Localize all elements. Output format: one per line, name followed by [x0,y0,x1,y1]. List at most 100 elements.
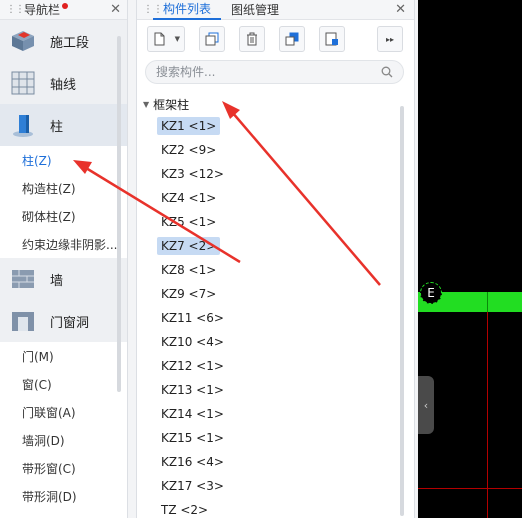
navigation-panel: ⋮⋮ 导航栏 ✕ 施工段 轴线 柱 柱(Z) 构造柱(Z) 砌体柱(Z) 约束边… [0,0,128,518]
navigation-tree: 施工段 轴线 柱 柱(Z) 构造柱(Z) 砌体柱(Z) 约束边缘非阴影... 墙… [0,20,127,510]
component-list-item[interactable]: KZ8 <1> [157,258,414,282]
gridline-vertical [487,292,488,518]
component-item-label: KZ3 <12> [161,167,224,181]
component-list-item[interactable]: KZ5 <1> [157,210,414,234]
component-group-frame-column[interactable]: ▼ 框架柱 [137,94,414,114]
component-list-item[interactable]: KZ11 <6> [157,306,414,330]
nav-category-door-window[interactable]: 门窗洞 [0,300,127,342]
drag-grip-icon[interactable]: ⋮⋮ [143,4,163,15]
nav-subitem-window[interactable]: 窗(C) [0,370,127,398]
search-input[interactable] [156,65,381,79]
component-list-item[interactable]: KZ2 <9> [157,138,414,162]
component-item-label: KZ11 <6> [161,311,224,325]
wall-icon [10,266,36,292]
gridline-horizontal [418,488,522,489]
double-chevron-right-icon: ▸▸ [385,34,395,44]
component-toolbar: ▼ ▸▸ [137,20,414,58]
delete-component-button[interactable] [239,26,265,52]
copy-component-button[interactable] [199,26,225,52]
drag-grip-icon[interactable]: ⋮⋮ [6,4,25,15]
component-list-item[interactable]: KZ1 <1> [157,114,414,138]
component-item-label: KZ4 <1> [161,191,217,205]
navigation-panel-title: 导航栏 [24,3,61,17]
chevron-down-icon[interactable]: ▼ [175,35,180,43]
nav-subitem-door-window-combo[interactable]: 门联窗(A) [0,398,127,426]
component-item-label: KZ15 <1> [161,431,224,445]
axis-label-bubble[interactable]: E [420,282,442,304]
column-icon [10,112,36,138]
tab-component-list[interactable]: 构件列表 [153,0,222,20]
nav-subitem-door[interactable]: 门(M) [0,342,127,370]
nav-subitem-strip-window[interactable]: 带形窗(C) [0,454,127,482]
layers-copy-icon [285,32,299,46]
component-list-item[interactable]: KZ3 <12> [157,162,414,186]
component-list-item[interactable]: KZ17 <3> [157,474,414,498]
component-item-label: KZ9 <7> [161,287,217,301]
component-item-label: TZ <2> [161,503,209,517]
component-item-label: KZ8 <1> [161,263,217,277]
component-list-item[interactable]: KZ15 <1> [157,426,414,450]
nav-category-axis[interactable]: 轴线 [0,62,127,104]
component-search-box [145,60,404,84]
close-icon[interactable]: ✕ [395,2,406,17]
search-icon[interactable] [381,66,393,78]
copy-icon [205,32,219,46]
nav-category-label: 轴线 [50,77,77,93]
nav-subitem-wall-opening[interactable]: 墙洞(D) [0,426,127,454]
tab-drawing-management[interactable]: 图纸管理 [221,0,289,20]
collapse-panel-handle[interactable]: ‹ [418,376,434,434]
nav-category-label: 柱 [50,119,64,135]
component-item-label: KZ13 <1> [161,383,224,397]
component-list-item[interactable]: KZ10 <4> [157,330,414,354]
nav-category-label: 墙 [50,273,64,289]
component-list-scrollbar[interactable] [400,106,404,516]
close-icon[interactable]: ✕ [110,2,121,17]
properties-icon [325,32,338,46]
component-item-label: KZ1 <1> [157,117,221,135]
navigation-scrollbar[interactable] [117,36,121,392]
new-document-icon [154,32,165,46]
component-item-label: KZ16 <4> [161,455,224,469]
app-root: ⋮⋮ 导航栏 ✕ 施工段 轴线 柱 柱(Z) 构造柱(Z) 砌体柱(Z) 约束边… [0,0,522,518]
component-item-label: KZ10 <4> [161,335,224,349]
door-window-icon [10,308,36,334]
drawing-canvas[interactable]: E ‹ [418,0,522,518]
component-item-label: KZ12 <1> [161,359,224,373]
gridline-vertical-on-beam [487,292,488,312]
component-item-label: KZ7 <2> [157,237,221,255]
nav-subitem-strip-opening[interactable]: 带形洞(D) [0,482,127,510]
component-panel: ⋮⋮ 构件列表 图纸管理 ✕ ▼ ▸▸ 搜索构件... ▼ 框架柱 KZ1 <1… [136,0,415,518]
nav-subitem-masonry-column[interactable]: 砌体柱(Z) [0,202,127,230]
component-list-item[interactable]: KZ9 <7> [157,282,414,306]
nav-category-construction-segment[interactable]: 施工段 [0,20,127,62]
component-panel-header: ⋮⋮ 构件列表 图纸管理 ✕ [137,0,414,20]
component-list-item[interactable]: KZ4 <1> [157,186,414,210]
new-component-button[interactable]: ▼ [147,26,185,52]
axis-grid-icon [10,70,36,96]
duplicate-layer-button[interactable] [279,26,305,52]
component-list-item[interactable]: KZ16 <4> [157,450,414,474]
component-item-label: KZ2 <9> [161,143,217,157]
navigation-panel-header: ⋮⋮ 导航栏 ✕ [0,0,127,20]
nav-category-column[interactable]: 柱 [0,104,127,146]
more-tools-button[interactable]: ▸▸ [377,26,403,52]
notification-dot-icon [62,2,69,9]
nav-category-label: 门窗洞 [50,315,90,331]
component-item-label: KZ17 <3> [161,479,224,493]
nav-subitem-constructional-column[interactable]: 构造柱(Z) [0,174,127,202]
component-properties-button[interactable] [319,26,345,52]
component-list-item[interactable]: KZ13 <1> [157,378,414,402]
component-list-item[interactable]: TZ <2> [157,498,414,518]
nav-subitem-column-z[interactable]: 柱(Z) [0,146,127,174]
component-list: KZ1 <1> KZ2 <9> KZ3 <12> KZ4 <1> KZ5 <1> KZ7 … [137,114,414,518]
component-item-label: KZ5 <1> [161,215,217,229]
nav-subitem-constrained-edge[interactable]: 约束边缘非阴影... [0,230,127,258]
expand-triangle-icon[interactable]: ▼ [143,100,149,109]
nav-category-label: 施工段 [50,35,90,51]
component-list-item[interactable]: KZ7 <2> [157,234,414,258]
component-item-label: KZ14 <1> [161,407,224,421]
nav-category-wall[interactable]: 墙 [0,258,127,300]
component-list-item[interactable]: KZ14 <1> [157,402,414,426]
trash-icon [247,32,257,46]
component-list-item[interactable]: KZ12 <1> [157,354,414,378]
